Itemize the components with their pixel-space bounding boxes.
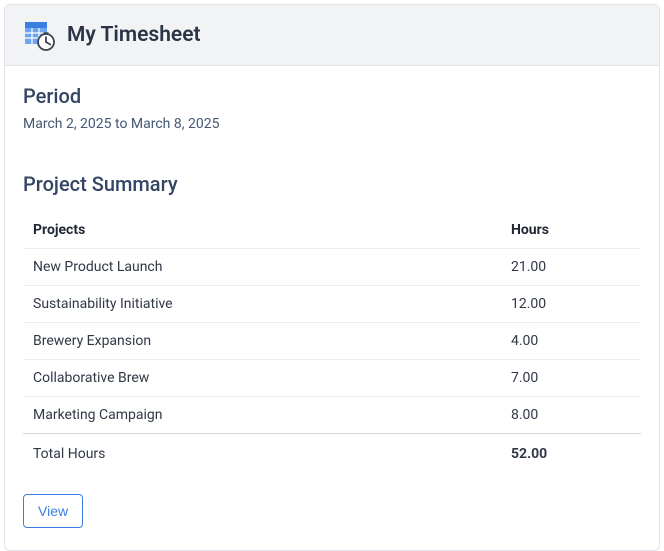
table-total-row: Total Hours 52.00 (23, 434, 641, 473)
table-row: Sustainability Initiative 12.00 (23, 286, 641, 323)
project-hours: 7.00 (501, 360, 641, 397)
project-summary-table: Projects Hours New Product Launch 21.00 … (23, 212, 641, 472)
total-hours-label: Total Hours (23, 434, 501, 473)
period-label: Period (23, 84, 641, 108)
project-hours: 21.00 (501, 249, 641, 286)
project-summary-title: Project Summary (23, 172, 641, 196)
table-row: Collaborative Brew 7.00 (23, 360, 641, 397)
project-name: New Product Launch (23, 249, 501, 286)
project-name: Collaborative Brew (23, 360, 501, 397)
view-button[interactable]: View (23, 494, 83, 528)
table-row: Brewery Expansion 4.00 (23, 323, 641, 360)
page-title: My Timesheet (67, 23, 201, 47)
table-header-hours: Hours (501, 212, 641, 249)
period-value: March 2, 2025 to March 8, 2025 (23, 116, 641, 132)
project-hours: 12.00 (501, 286, 641, 323)
timesheet-card: My Timesheet Period March 2, 2025 to Mar… (4, 4, 660, 551)
table-row: Marketing Campaign 8.00 (23, 397, 641, 434)
project-name: Marketing Campaign (23, 397, 501, 434)
table-row: New Product Launch 21.00 (23, 249, 641, 286)
card-body: Period March 2, 2025 to March 8, 2025 Pr… (5, 66, 659, 550)
card-header: My Timesheet (5, 5, 659, 66)
project-hours: 4.00 (501, 323, 641, 360)
project-name: Sustainability Initiative (23, 286, 501, 323)
table-header-projects: Projects (23, 212, 501, 249)
timesheet-icon (23, 19, 55, 51)
total-hours-value: 52.00 (501, 434, 641, 473)
project-name: Brewery Expansion (23, 323, 501, 360)
project-hours: 8.00 (501, 397, 641, 434)
